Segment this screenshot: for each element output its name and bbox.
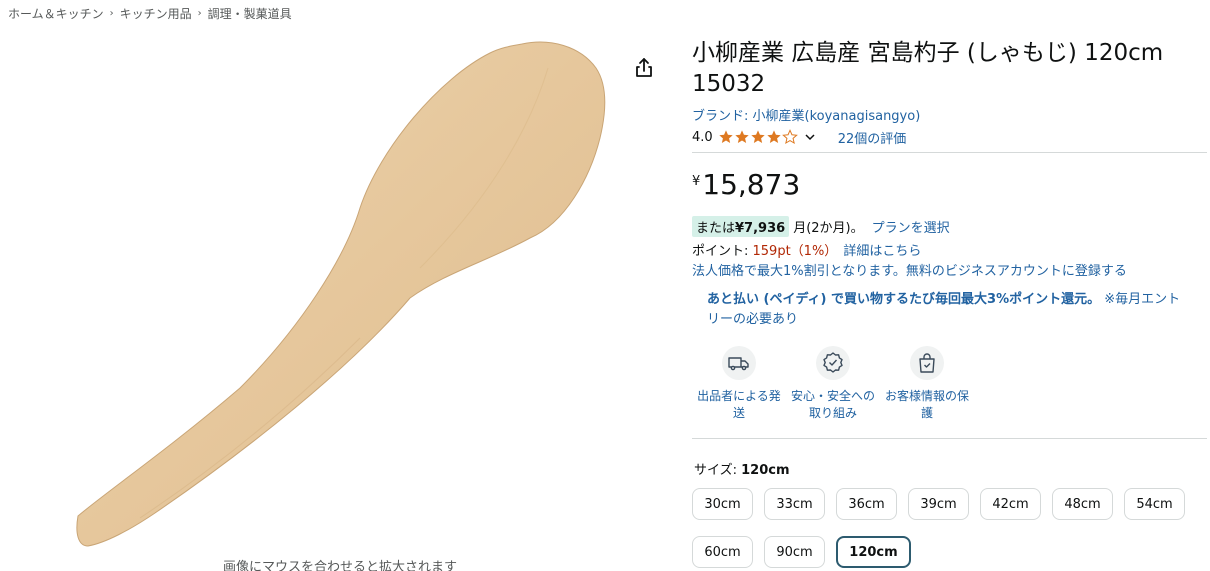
paidy-promo: あと払い (ペイディ) で買い物するたび毎回最大3%ポイント還元。 ※毎月エント… <box>707 290 1187 330</box>
installment-prefix: または <box>696 220 736 236</box>
star-empty-icon <box>781 129 798 145</box>
select-plan-link[interactable]: プランを選択 <box>872 217 950 236</box>
currency-symbol: ¥ <box>692 174 701 189</box>
installment-amount: ¥7,936 <box>735 220 786 236</box>
feature-label: お客様情報の保護 <box>884 389 969 420</box>
feature-privacy[interactable]: お客様情報の保護 <box>880 346 974 430</box>
star-full-icon <box>767 130 781 143</box>
size-option[interactable]: 48cm <box>1052 488 1113 520</box>
zoom-hint: 画像にマウスを合わせると拡大されます <box>222 560 457 571</box>
truck-icon <box>722 346 756 380</box>
size-option-selected[interactable]: 120cm <box>836 536 911 568</box>
feature-safety[interactable]: 安心・安全への取り組み <box>786 346 880 430</box>
feature-label: 出品者による発送 <box>697 389 781 420</box>
price-amount: 15,873 <box>702 168 801 201</box>
divider <box>692 152 1207 153</box>
size-option[interactable]: 42cm <box>980 488 1041 520</box>
rating-value: 4.0 <box>692 129 713 145</box>
share-icon[interactable] <box>632 56 656 80</box>
installment-badge: または¥7,936 <box>692 215 790 237</box>
badge-check-icon <box>816 346 850 380</box>
points-row: ポイント: 159pt（1%） 詳細はこちら <box>692 240 1207 260</box>
chevron-right-icon: › <box>197 8 202 19</box>
size-options: 30cm 33cm 36cm 39cm 42cm 48cm 54cm 60cm … <box>692 488 1207 571</box>
promo-text[interactable]: あと払い (ペイディ) で買い物するたび毎回最大3%ポイント還元。 <box>707 292 1100 307</box>
star-full-icon <box>735 130 749 143</box>
secure-bag-icon <box>910 346 944 380</box>
star-full-icon <box>719 130 733 143</box>
feature-badges: 出品者による発送 安心・安全への取り組み お客様情報の保護 <box>692 346 1207 430</box>
points-details-link[interactable]: 詳細はこちら <box>843 244 921 259</box>
points-label: ポイント: <box>692 244 753 259</box>
price: ¥ 15,873 <box>692 170 1207 204</box>
installment-suffix: 月(2か月)。 <box>793 220 864 236</box>
brand-link[interactable]: ブランド: 小柳産業(koyanagisangyo) <box>692 105 1207 124</box>
size-option[interactable]: 90cm <box>764 536 825 568</box>
product-image[interactable] <box>60 38 620 553</box>
rating-row: 4.0 22個の評価 <box>692 127 1207 147</box>
size-selected: 120cm <box>741 463 790 478</box>
chevron-right-icon: › <box>109 8 114 19</box>
size-option[interactable]: 33cm <box>764 488 825 520</box>
business-account-link[interactable]: 法人価格で最大1%割引となります。無料のビジネスアカウントに登録する <box>692 260 1207 280</box>
chevron-down-icon[interactable] <box>804 131 816 143</box>
points-value: 159pt（1%） <box>752 244 838 259</box>
divider <box>692 438 1207 439</box>
breadcrumb-cooking-tools[interactable]: 調理・製菓道具 <box>208 5 292 22</box>
size-option[interactable]: 39cm <box>908 488 969 520</box>
breadcrumb-home-kitchen[interactable]: ホーム＆キッチン <box>8 5 104 22</box>
size-option[interactable]: 36cm <box>836 488 897 520</box>
size-label-text: サイズ: <box>694 463 742 478</box>
size-label: サイズ: 120cm <box>694 459 1207 478</box>
size-option[interactable]: 54cm <box>1124 488 1185 520</box>
product-title: 小柳産業 広島産 宮島杓子 (しゃもじ) 120cm 15032 <box>692 40 1164 97</box>
size-option[interactable]: 30cm <box>692 488 753 520</box>
feature-label: 安心・安全への取り組み <box>790 389 875 420</box>
feature-seller-shipping[interactable]: 出品者による発送 <box>692 346 786 430</box>
size-option[interactable]: 60cm <box>692 536 753 568</box>
breadcrumb-kitchen-goods[interactable]: キッチン用品 <box>120 5 192 22</box>
star-full-icon <box>751 130 765 143</box>
reviews-link[interactable]: 22個の評価 <box>838 128 907 147</box>
star-rating[interactable] <box>718 129 798 145</box>
breadcrumb: ホーム＆キッチン › キッチン用品 › 調理・製菓道具 <box>8 5 292 22</box>
installment-row: または¥7,936 月(2か月)。 プランを選択 <box>692 215 1207 237</box>
product-details: 小柳産業 広島産 宮島杓子 (しゃもじ) 120cm 15032 ブランド: 小… <box>692 38 1207 571</box>
